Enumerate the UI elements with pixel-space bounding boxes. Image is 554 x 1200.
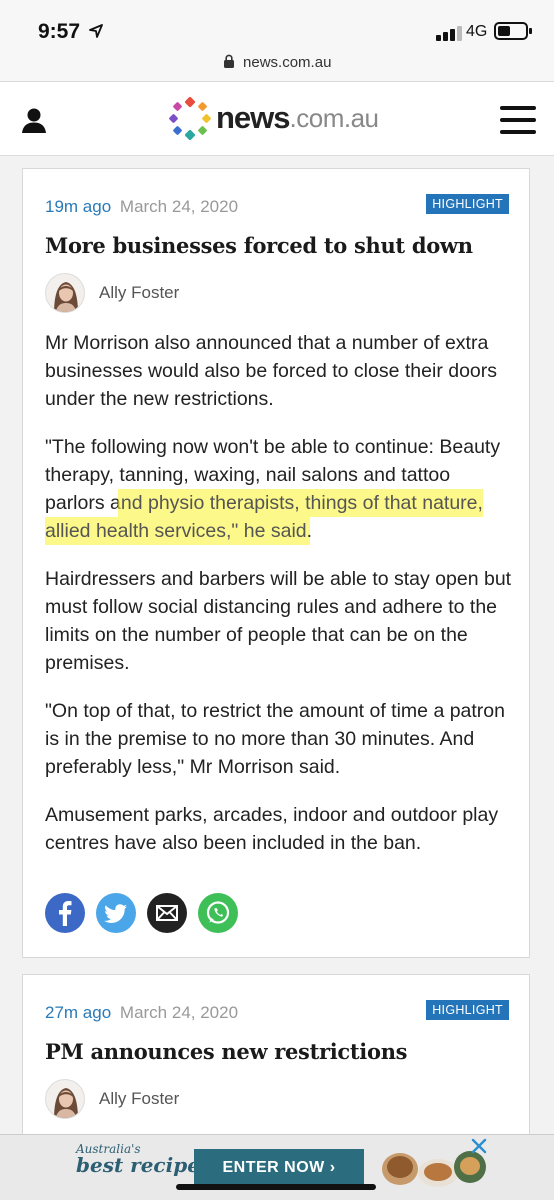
article-paragraph: Hairdressers and barbers will be able to… [45, 568, 512, 674]
network-label: 4G [466, 23, 488, 40]
site-header: news .com.au [0, 82, 554, 156]
logo-news-text: news [216, 100, 291, 135]
twitter-icon[interactable] [96, 893, 136, 933]
quote-text-end: . [306, 520, 313, 542]
logo-domain-text: .com.au [289, 102, 380, 133]
article-card: 19m ago March 24, 2020 HIGHLIGHT More bu… [22, 168, 530, 958]
whatsapp-icon[interactable] [198, 893, 238, 933]
article-paragraph: "On top of that, to restrict the amount … [45, 700, 505, 778]
location-arrow-icon [89, 24, 103, 38]
logo-dots-icon [169, 96, 211, 140]
article-headline[interactable]: PM announces new restrictions [45, 1039, 407, 1064]
time-ago[interactable]: 19m ago [45, 197, 111, 216]
article-meta: 19m ago March 24, 2020 [45, 197, 238, 217]
article-date: March 24, 2020 [119, 197, 239, 216]
author-avatar [45, 1079, 85, 1119]
ad-brand-big: best recipes [76, 1153, 212, 1177]
article-quote-paragraph: "The following now won't be able to cont… [45, 433, 515, 545]
lock-icon [223, 54, 234, 68]
author-byline[interactable]: Ally Foster [45, 273, 179, 313]
site-logo[interactable]: news .com.au [168, 96, 379, 140]
author-name[interactable]: Ally Foster [99, 1089, 179, 1109]
home-indicator [176, 1184, 376, 1190]
close-icon[interactable] [470, 1137, 488, 1155]
highlight-badge: HIGHLIGHT [426, 194, 509, 214]
signal-icon [436, 25, 462, 41]
article-card: 27m ago March 24, 2020 HIGHLIGHT PM anno… [22, 974, 530, 1144]
article-body: Mr Morrison also announced that a number… [45, 329, 515, 877]
email-icon[interactable] [147, 893, 187, 933]
highlight-badge: HIGHLIGHT [426, 1000, 509, 1020]
share-buttons [45, 893, 249, 933]
article-date: March 24, 2020 [119, 1003, 239, 1022]
battery-level [498, 26, 510, 36]
status-time: 9:57 [38, 20, 81, 43]
enter-now-button[interactable]: ENTER NOW › [194, 1149, 364, 1187]
article-meta: 27m ago March 24, 2020 [45, 1003, 238, 1023]
user-icon[interactable] [20, 106, 48, 134]
url-text[interactable]: news.com.au [243, 50, 331, 76]
ad-banner[interactable]: Australia's best recipes ENTER NOW › [0, 1134, 554, 1200]
author-avatar [45, 273, 85, 313]
author-byline[interactable]: Ally Foster [45, 1079, 179, 1119]
battery-icon [494, 22, 532, 40]
article-paragraph: Amusement parks, arcades, indoor and out… [45, 804, 499, 854]
time-ago[interactable]: 27m ago [45, 1003, 111, 1022]
article-headline[interactable]: More businesses forced to shut down [45, 233, 473, 258]
hamburger-menu-icon[interactable] [500, 106, 536, 134]
article-paragraph: Mr Morrison also announced that a number… [45, 332, 498, 410]
facebook-icon[interactable] [45, 893, 85, 933]
ad-brand-logo: Australia's best recipes [76, 1143, 211, 1175]
author-name[interactable]: Ally Foster [99, 283, 179, 303]
url-bar[interactable]: news.com.au [0, 50, 554, 82]
status-bar: 9:57 4G [0, 0, 554, 50]
